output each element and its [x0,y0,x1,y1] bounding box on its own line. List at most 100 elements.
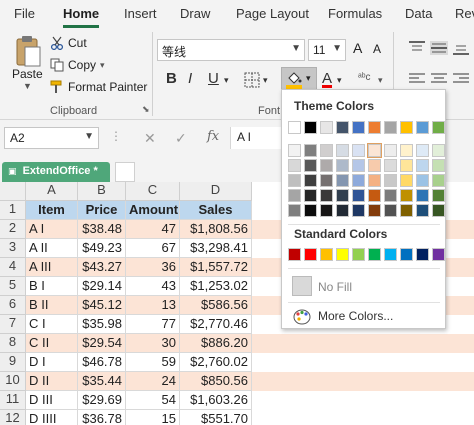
align-center-icon[interactable] [430,72,448,86]
column-header[interactable]: A [26,182,78,201]
theme-shade-swatch[interactable] [432,159,445,172]
theme-shade-swatch[interactable] [288,144,301,157]
table-header-cell[interactable]: Item [26,201,78,220]
phonetic-dropdown-icon[interactable]: ▾ [378,75,383,86]
theme-shade-swatch[interactable] [416,174,429,187]
theme-shade-swatch[interactable] [384,204,397,217]
theme-shade-swatch[interactable] [288,159,301,172]
table-cell[interactable]: $49.23 [78,239,126,258]
row-header[interactable]: 12 [0,410,26,425]
row-header[interactable]: 10 [0,372,26,391]
theme-shade-swatch[interactable] [336,159,349,172]
font-color-dropdown-icon[interactable]: ▾ [337,75,342,86]
copy-dropdown-icon[interactable]: ▾ [100,60,105,71]
standard-color-swatch[interactable] [416,248,429,261]
table-cell[interactable]: A III [26,258,78,277]
borders-dropdown-icon[interactable]: ▾ [263,75,268,86]
enter-icon[interactable]: ✓ [175,130,187,147]
paste-icon[interactable] [14,34,42,68]
theme-shade-swatch[interactable] [432,174,445,187]
table-cell[interactable]: A I [26,220,78,239]
no-fill-swatch[interactable] [292,276,312,296]
theme-shade-swatch[interactable] [288,204,301,217]
table-cell[interactable]: $36.78 [78,410,126,425]
table-cell[interactable]: $2,770.46 [180,315,252,334]
paste-dropdown-icon[interactable]: ▼ [23,81,32,91]
table-cell[interactable]: 77 [126,315,180,334]
fill-color-dropdown-icon[interactable]: ▾ [306,73,311,84]
bold-button[interactable]: B [166,70,177,87]
insert-function-button[interactable]: fx [207,129,219,144]
theme-shade-swatch[interactable] [432,144,445,157]
table-cell[interactable]: B II [26,296,78,315]
table-cell[interactable]: $886.20 [180,334,252,353]
font-color-button[interactable]: A [322,70,332,87]
table-cell[interactable]: $1,253.02 [180,277,252,296]
theme-color-swatch[interactable] [288,121,301,134]
select-all-corner[interactable] [0,182,26,201]
theme-color-swatch[interactable] [336,121,349,134]
table-cell[interactable]: D II [26,372,78,391]
theme-shade-swatch[interactable] [367,143,382,158]
table-cell[interactable]: $29.54 [78,334,126,353]
theme-shade-swatch[interactable] [400,159,413,172]
theme-shade-swatch[interactable] [320,144,333,157]
table-cell[interactable]: 13 [126,296,180,315]
column-header[interactable]: D [180,182,252,201]
table-cell[interactable]: 67 [126,239,180,258]
standard-color-swatch[interactable] [432,248,445,261]
theme-shade-swatch[interactable] [304,189,317,202]
theme-shade-swatch[interactable] [352,189,365,202]
row-header[interactable]: 11 [0,391,26,410]
theme-shade-swatch[interactable] [336,144,349,157]
tab-home[interactable]: Home [63,6,99,21]
italic-button[interactable]: I [188,70,192,87]
table-cell[interactable]: 47 [126,220,180,239]
table-cell[interactable]: $1,808.56 [180,220,252,239]
theme-shade-swatch[interactable] [304,204,317,217]
table-cell[interactable]: D I [26,353,78,372]
theme-shade-swatch[interactable] [352,159,365,172]
table-cell[interactable]: D III [26,391,78,410]
table-cell[interactable]: $43.27 [78,258,126,277]
table-cell[interactable]: A II [26,239,78,258]
fill-color-button[interactable]: ▾ [281,67,317,91]
tab-formulas[interactable]: Formulas [328,6,382,21]
theme-shade-swatch[interactable] [304,174,317,187]
tab-insert[interactable]: Insert [124,6,157,21]
standard-color-swatch[interactable] [368,248,381,261]
font-name-select[interactable]: 等线 ▼ [157,39,305,61]
table-cell[interactable]: $45.12 [78,296,126,315]
row-header[interactable]: 9 [0,353,26,372]
theme-shade-swatch[interactable] [288,189,301,202]
theme-shade-swatch[interactable] [352,174,365,187]
theme-shade-swatch[interactable] [384,159,397,172]
theme-color-swatch[interactable] [416,121,429,134]
theme-shade-swatch[interactable] [368,189,381,202]
table-cell[interactable]: $35.98 [78,315,126,334]
standard-color-swatch[interactable] [304,248,317,261]
tab-file[interactable]: File [14,6,35,21]
theme-shade-swatch[interactable] [368,204,381,217]
table-header-cell[interactable]: Sales [180,201,252,220]
theme-color-swatch[interactable] [384,121,397,134]
theme-shade-swatch[interactable] [320,159,333,172]
clipboard-launcher-icon[interactable]: ⬊ [142,104,150,115]
theme-color-swatch[interactable] [304,121,317,134]
theme-shade-swatch[interactable] [432,204,445,217]
theme-color-swatch[interactable] [352,121,365,134]
theme-color-swatch[interactable] [432,121,445,134]
theme-shade-swatch[interactable] [400,204,413,217]
table-cell[interactable]: $1,557.72 [180,258,252,277]
underline-button[interactable]: U [208,70,219,87]
align-right-icon[interactable] [452,72,470,86]
tab-data[interactable]: Data [405,6,432,21]
table-cell[interactable]: $38.48 [78,220,126,239]
paste-button[interactable]: Paste [12,67,43,81]
theme-shade-swatch[interactable] [384,174,397,187]
theme-shade-swatch[interactable] [400,144,413,157]
theme-shade-swatch[interactable] [336,174,349,187]
table-cell[interactable]: 30 [126,334,180,353]
format-painter-button[interactable]: Format Painter [50,80,147,94]
no-fill-option[interactable]: No Fill [318,280,352,294]
